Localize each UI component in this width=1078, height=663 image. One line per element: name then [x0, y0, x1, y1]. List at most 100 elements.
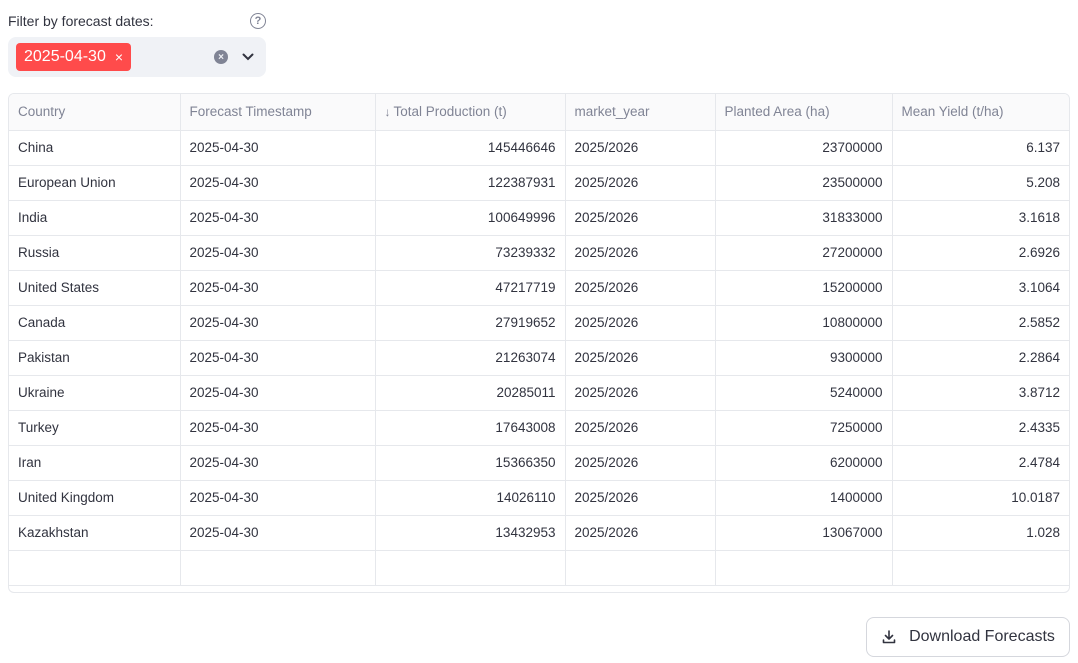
cell-market-year[interactable]: 2025/2026: [565, 165, 716, 201]
cell-country[interactable]: Ukraine: [9, 375, 181, 411]
forecast-date-multiselect[interactable]: 2025-04-30 × ×: [8, 37, 266, 77]
cell-total-production[interactable]: 20285011: [375, 375, 566, 411]
cell-forecast-timestamp[interactable]: 2025-04-30: [180, 200, 376, 236]
cell-country[interactable]: Turkey: [9, 410, 181, 446]
cell-planted-area[interactable]: 6200000: [715, 445, 893, 481]
table-row[interactable]: China 2025-04-30 145446646 2025/2026 2370000…: [9, 130, 1069, 166]
column-header-total-production[interactable]: ↓ Total Production (t): [375, 94, 566, 131]
cell-mean-yield[interactable]: 2.4335: [892, 410, 1069, 446]
cell-total-production[interactable]: 100649996: [375, 200, 566, 236]
table-row[interactable]: United States 2025-04-30 47217719 2025/2026…: [9, 270, 1069, 306]
table-row[interactable]: Iran 2025-04-30 15366350 2025/2026 6200000 2.…: [9, 445, 1069, 481]
table-row[interactable]: Kazakhstan 2025-04-30 13432953 2025/2026 130…: [9, 515, 1069, 551]
forecast-data-grid[interactable]: Country Forecast Timestamp ↓ Total Produc…: [8, 93, 1070, 593]
column-header-mean-yield[interactable]: Mean Yield (t/ha): [892, 94, 1069, 131]
empty-cell: [565, 550, 716, 586]
cell-country[interactable]: Kazakhstan: [9, 515, 181, 551]
column-header-planted-area[interactable]: Planted Area (ha): [715, 94, 893, 131]
cell-forecast-timestamp[interactable]: 2025-04-30: [180, 165, 376, 201]
cell-forecast-timestamp[interactable]: 2025-04-30: [180, 410, 376, 446]
cell-mean-yield[interactable]: 3.1618: [892, 200, 1069, 236]
cell-forecast-timestamp[interactable]: 2025-04-30: [180, 445, 376, 481]
cell-forecast-timestamp[interactable]: 2025-04-30: [180, 130, 376, 166]
cell-mean-yield[interactable]: 2.4784: [892, 445, 1069, 481]
cell-total-production[interactable]: 122387931: [375, 165, 566, 201]
cell-planted-area[interactable]: 5240000: [715, 375, 893, 411]
cell-total-production[interactable]: 73239332: [375, 235, 566, 271]
cell-mean-yield[interactable]: 5.208: [892, 165, 1069, 201]
cell-mean-yield[interactable]: 3.1064: [892, 270, 1069, 306]
cell-planted-area[interactable]: 13067000: [715, 515, 893, 551]
cell-planted-area[interactable]: 7250000: [715, 410, 893, 446]
cell-market-year[interactable]: 2025/2026: [565, 375, 716, 411]
cell-country[interactable]: European Union: [9, 165, 181, 201]
cell-mean-yield[interactable]: 2.2864: [892, 340, 1069, 376]
download-forecasts-button[interactable]: Download Forecasts: [866, 617, 1070, 657]
cell-forecast-timestamp[interactable]: 2025-04-30: [180, 340, 376, 376]
cell-planted-area[interactable]: 15200000: [715, 270, 893, 306]
forecast-table: Country Forecast Timestamp ↓ Total Produc…: [9, 94, 1069, 586]
sort-descending-icon: ↓: [384, 105, 391, 120]
table-row[interactable]: Ukraine 2025-04-30 20285011 2025/2026 524000…: [9, 375, 1069, 411]
cell-total-production[interactable]: 47217719: [375, 270, 566, 306]
cell-market-year[interactable]: 2025/2026: [565, 340, 716, 376]
cell-market-year[interactable]: 2025/2026: [565, 480, 716, 516]
cell-market-year[interactable]: 2025/2026: [565, 130, 716, 166]
column-header-forecast-timestamp[interactable]: Forecast Timestamp: [180, 94, 376, 131]
table-row[interactable]: European Union 2025-04-30 122387931 2025/20…: [9, 165, 1069, 201]
table-row[interactable]: Canada 2025-04-30 27919652 2025/2026 1080000…: [9, 305, 1069, 341]
cell-forecast-timestamp[interactable]: 2025-04-30: [180, 235, 376, 271]
cell-country[interactable]: United States: [9, 270, 181, 306]
cell-country[interactable]: Russia: [9, 235, 181, 271]
cell-market-year[interactable]: 2025/2026: [565, 445, 716, 481]
clear-all-icon[interactable]: ×: [214, 50, 228, 64]
cell-planted-area[interactable]: 9300000: [715, 340, 893, 376]
column-header-country[interactable]: Country: [9, 94, 181, 131]
cell-forecast-timestamp[interactable]: 2025-04-30: [180, 515, 376, 551]
table-row[interactable]: Pakistan 2025-04-30 21263074 2025/2026 93000…: [9, 340, 1069, 376]
cell-mean-yield[interactable]: 3.8712: [892, 375, 1069, 411]
cell-market-year[interactable]: 2025/2026: [565, 235, 716, 271]
cell-country[interactable]: Pakistan: [9, 340, 181, 376]
chip-remove-icon[interactable]: ×: [115, 50, 123, 64]
cell-planted-area[interactable]: 23700000: [715, 130, 893, 166]
cell-mean-yield[interactable]: 6.137: [892, 130, 1069, 166]
cell-total-production[interactable]: 15366350: [375, 445, 566, 481]
cell-total-production[interactable]: 21263074: [375, 340, 566, 376]
table-row[interactable]: India 2025-04-30 100649996 2025/2026 3183300…: [9, 200, 1069, 236]
column-header-market-year[interactable]: market_year: [565, 94, 716, 131]
chevron-down-icon[interactable]: [242, 51, 254, 63]
table-row[interactable]: United Kingdom 2025-04-30 14026110 2025/202…: [9, 480, 1069, 516]
cell-mean-yield[interactable]: 10.0187: [892, 480, 1069, 516]
cell-planted-area[interactable]: 23500000: [715, 165, 893, 201]
cell-country[interactable]: United Kingdom: [9, 480, 181, 516]
cell-total-production[interactable]: 13432953: [375, 515, 566, 551]
table-row[interactable]: Russia 2025-04-30 73239332 2025/2026 2720000…: [9, 235, 1069, 271]
cell-forecast-timestamp[interactable]: 2025-04-30: [180, 480, 376, 516]
cell-market-year[interactable]: 2025/2026: [565, 305, 716, 341]
cell-market-year[interactable]: 2025/2026: [565, 270, 716, 306]
cell-total-production[interactable]: 145446646: [375, 130, 566, 166]
cell-market-year[interactable]: 2025/2026: [565, 515, 716, 551]
cell-mean-yield[interactable]: 2.6926: [892, 235, 1069, 271]
help-icon[interactable]: ?: [250, 13, 266, 29]
table-row[interactable]: Turkey 2025-04-30 17643008 2025/2026 7250000…: [9, 410, 1069, 446]
cell-planted-area[interactable]: 10800000: [715, 305, 893, 341]
cell-total-production[interactable]: 27919652: [375, 305, 566, 341]
cell-planted-area[interactable]: 27200000: [715, 235, 893, 271]
cell-total-production[interactable]: 17643008: [375, 410, 566, 446]
cell-market-year[interactable]: 2025/2026: [565, 410, 716, 446]
cell-mean-yield[interactable]: 2.5852: [892, 305, 1069, 341]
cell-market-year[interactable]: 2025/2026: [565, 200, 716, 236]
cell-planted-area[interactable]: 1400000: [715, 480, 893, 516]
cell-forecast-timestamp[interactable]: 2025-04-30: [180, 375, 376, 411]
cell-forecast-timestamp[interactable]: 2025-04-30: [180, 270, 376, 306]
cell-mean-yield[interactable]: 1.028: [892, 515, 1069, 551]
cell-country[interactable]: India: [9, 200, 181, 236]
cell-country[interactable]: China: [9, 130, 181, 166]
cell-country[interactable]: Canada: [9, 305, 181, 341]
cell-country[interactable]: Iran: [9, 445, 181, 481]
cell-total-production[interactable]: 14026110: [375, 480, 566, 516]
cell-planted-area[interactable]: 31833000: [715, 200, 893, 236]
cell-forecast-timestamp[interactable]: 2025-04-30: [180, 305, 376, 341]
